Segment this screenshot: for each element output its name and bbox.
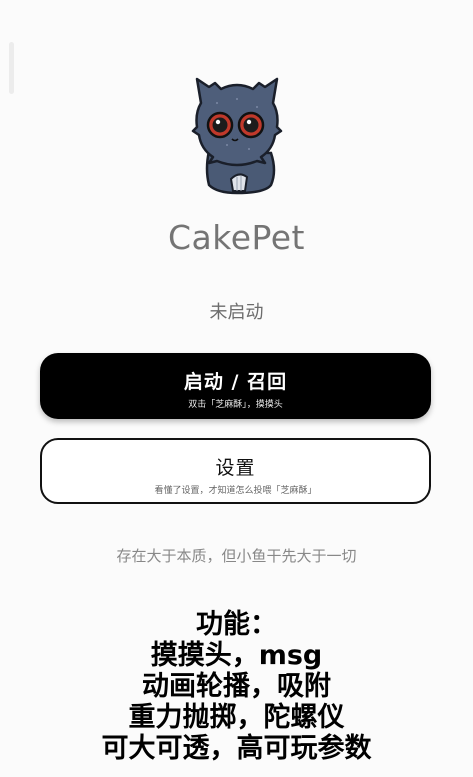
feature-line: 动画轮播，吸附 bbox=[142, 671, 331, 702]
cat-mascot-icon[interactable] bbox=[187, 73, 287, 196]
settings-button-hint: 看懂了设置，才知道怎么投喂「芝麻酥」 bbox=[154, 486, 317, 496]
launch-recall-button[interactable]: 启动 / 召回 双击「芝麻酥」，摸摸头 bbox=[40, 353, 431, 419]
tagline: 存在大于本质，但小鱼干先大于一切 bbox=[116, 547, 357, 565]
feature-line: 重力抛掷，陀螺仪 bbox=[128, 702, 345, 733]
features-list: 功能： 摸摸头，msg 动画轮播，吸附 重力抛掷，陀螺仪 可大可透，高可玩参数 bbox=[0, 609, 473, 764]
launch-button-label: 启动 / 召回 bbox=[183, 371, 288, 393]
scroll-indicator bbox=[9, 42, 14, 94]
features-heading: 功能： bbox=[196, 609, 277, 640]
main-screen: CakePet 未启动 启动 / 召回 双击「芝麻酥」，摸摸头 设置 看懂了设置… bbox=[0, 0, 473, 777]
status-text: 未启动 bbox=[209, 302, 264, 323]
feature-line: 摸摸头，msg bbox=[150, 640, 323, 671]
app-title: CakePet bbox=[168, 218, 305, 257]
settings-button[interactable]: 设置 看懂了设置，才知道怎么投喂「芝麻酥」 bbox=[40, 438, 431, 504]
launch-button-hint: 双击「芝麻酥」，摸摸头 bbox=[188, 400, 283, 410]
settings-button-label: 设置 bbox=[215, 457, 256, 479]
feature-line: 可大可透，高可玩参数 bbox=[101, 733, 372, 764]
